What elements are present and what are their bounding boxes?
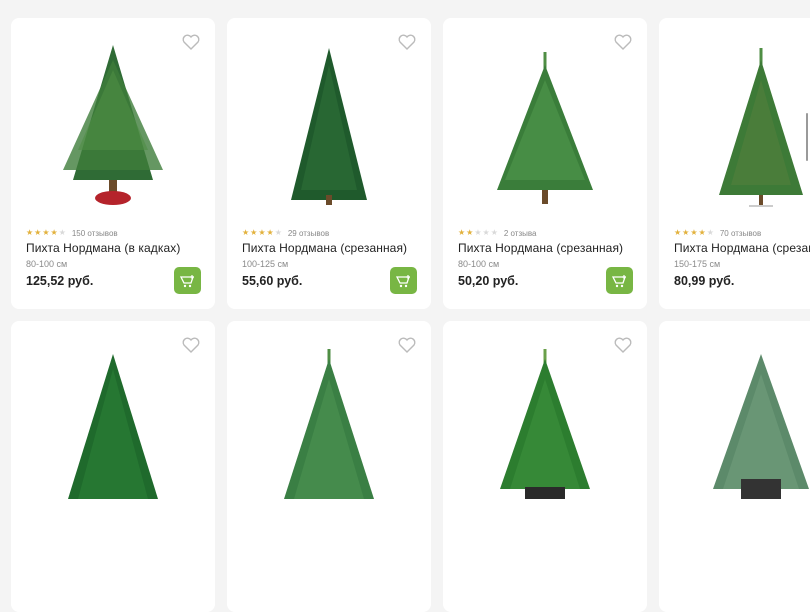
rating: ★ ★ ★ ★ ★ 29 отзывов (242, 227, 329, 239)
star-icon: ★ (58, 228, 66, 237)
reviews-count[interactable]: 29 отзывов (288, 229, 329, 238)
product-image[interactable] (443, 40, 647, 228)
star-rating: ★ ★ ★ ★ ★ (458, 229, 498, 237)
product-image[interactable] (659, 40, 810, 228)
star-icon: ★ (674, 228, 682, 237)
product-title[interactable]: Пихта Нордмана (в кадках) (26, 241, 180, 255)
star-icon: ★ (490, 228, 498, 237)
favorite-heart-icon[interactable] (182, 34, 200, 50)
product-price: 55,60 руб. (242, 274, 303, 288)
star-icon: ★ (250, 228, 258, 237)
cart-icon (395, 274, 410, 287)
product-image[interactable] (227, 349, 431, 537)
product-title[interactable]: Пихта Нордмана (срезанная) (242, 241, 407, 255)
product-image[interactable] (11, 40, 215, 228)
product-card[interactable] (227, 321, 431, 612)
reviews-count[interactable]: 2 отзыва (504, 229, 537, 238)
star-icon: ★ (690, 228, 698, 237)
star-icon: ★ (706, 228, 714, 237)
product-price: 125,52 руб. (26, 274, 94, 288)
star-icon: ★ (42, 228, 50, 237)
scrollbar-thumb[interactable] (806, 113, 808, 161)
star-icon: ★ (458, 228, 466, 237)
product-card[interactable]: ★ ★ ★ ★ ★ 29 отзывов Пихта Нордмана (сре… (227, 18, 431, 309)
cart-icon (179, 274, 194, 287)
star-icon: ★ (474, 228, 482, 237)
product-card[interactable] (11, 321, 215, 612)
cart-icon (611, 274, 626, 287)
add-to-cart-button[interactable] (174, 267, 201, 294)
rating: ★ ★ ★ ★ ★ 2 отзыва (458, 227, 537, 239)
star-rating: ★ ★ ★ ★ ★ (242, 229, 282, 237)
star-icon: ★ (34, 228, 42, 237)
star-icon: ★ (274, 228, 282, 237)
product-card[interactable]: ★ ★ ★ ★ ★ 150 отзывов Пихта Нордмана (в … (11, 18, 215, 309)
star-icon: ★ (266, 228, 274, 237)
product-image[interactable] (11, 349, 215, 537)
favorite-heart-icon[interactable] (614, 34, 632, 50)
product-size: 150-175 см (674, 259, 721, 269)
add-to-cart-button[interactable] (606, 267, 633, 294)
product-size: 80-100 см (26, 259, 68, 269)
star-icon: ★ (50, 228, 58, 237)
product-card[interactable]: ★ ★ ★ ★ ★ 2 отзыва Пихта Нордмана (среза… (443, 18, 647, 309)
star-icon: ★ (466, 228, 474, 237)
product-card[interactable] (443, 321, 647, 612)
product-card[interactable]: ★ ★ ★ ★ ★ 70 отзывов Пихта Нордмана (сре… (659, 18, 810, 309)
star-icon: ★ (482, 228, 490, 237)
star-rating: ★ ★ ★ ★ ★ (26, 229, 66, 237)
reviews-count[interactable]: 70 отзывов (720, 229, 761, 238)
product-price: 50,20 руб. (458, 274, 519, 288)
product-size: 80-100 см (458, 259, 500, 269)
product-title[interactable]: Пихта Нордмана (срезанная) (458, 241, 623, 255)
star-icon: ★ (26, 228, 34, 237)
star-icon: ★ (682, 228, 690, 237)
rating: ★ ★ ★ ★ ★ 70 отзывов (674, 227, 761, 239)
favorite-heart-icon[interactable] (398, 34, 416, 50)
product-image[interactable] (227, 40, 431, 228)
product-price: 80,99 руб. (674, 274, 735, 288)
star-rating: ★ ★ ★ ★ ★ (674, 229, 714, 237)
star-icon: ★ (698, 228, 706, 237)
product-size: 100-125 см (242, 259, 289, 269)
star-icon: ★ (258, 228, 266, 237)
rating: ★ ★ ★ ★ ★ 150 отзывов (26, 227, 118, 239)
product-card[interactable] (659, 321, 810, 612)
product-image[interactable] (443, 349, 647, 537)
star-icon: ★ (242, 228, 250, 237)
add-to-cart-button[interactable] (390, 267, 417, 294)
reviews-count[interactable]: 150 отзывов (72, 229, 118, 238)
product-image[interactable] (659, 349, 810, 537)
product-title[interactable]: Пихта Нордмана (срезанная) (674, 241, 810, 255)
